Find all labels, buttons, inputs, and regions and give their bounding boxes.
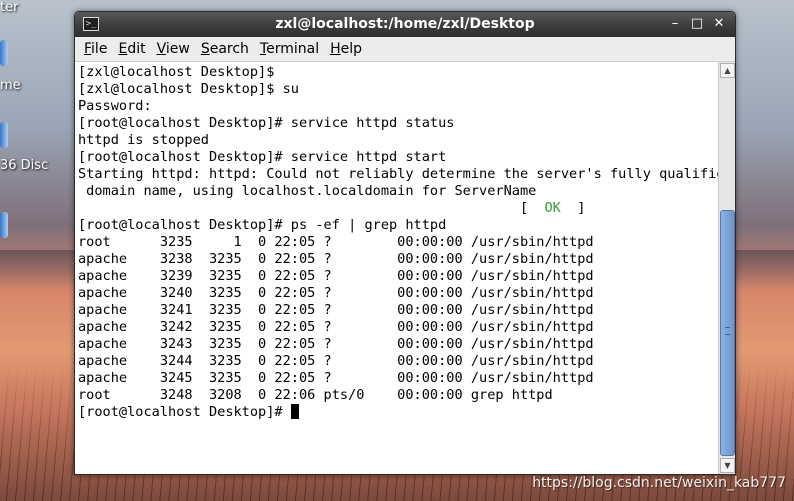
scroll-down-arrow-icon[interactable]: ▼	[720, 458, 735, 473]
home-folder-icon[interactable]	[0, 40, 8, 66]
process-row: apache 3238 3235 0 22:05 ? 00:00:00 /usr…	[78, 251, 594, 267]
terminal-line: Password:	[78, 98, 152, 114]
terminal-line: domain name, using localhost.localdomain…	[78, 183, 537, 199]
ok-prefix: [	[78, 200, 545, 216]
maximize-button[interactable]: □	[689, 15, 705, 33]
process-row: root 3235 1 0 22:05 ? 00:00:00 /usr/sbin…	[78, 234, 594, 250]
menu-search[interactable]: Search	[196, 41, 254, 57]
window-titlebar[interactable]: >_ zxl@localhost:/home/zxl/Desktop – □ ✕	[75, 12, 735, 37]
process-row: apache 3242 3235 0 22:05 ? 00:00:00 /usr…	[78, 319, 594, 335]
process-row: apache 3244 3235 0 22:05 ? 00:00:00 /usr…	[78, 353, 594, 369]
terminal-line: httpd is stopped	[78, 132, 209, 148]
process-row: root 3248 3208 0 22:06 pts/0 00:00:00 gr…	[78, 387, 553, 403]
desktop-icon-label-computer[interactable]: ter	[0, 0, 18, 15]
scrollbar-grip-icon	[725, 327, 730, 335]
window-title: zxl@localhost:/home/zxl/Desktop	[275, 16, 535, 32]
process-row: apache 3241 3235 0 22:05 ? 00:00:00 /usr…	[78, 302, 594, 318]
terminal-line: Starting httpd: httpd: Could not reliabl…	[78, 166, 718, 182]
terminal-window[interactable]: >_ zxl@localhost:/home/zxl/Desktop – □ ✕…	[74, 11, 736, 475]
process-row: apache 3240 3235 0 22:05 ? 00:00:00 /usr…	[78, 285, 594, 301]
menu-help[interactable]: Help	[325, 41, 367, 57]
desktop-icon-label-disc[interactable]: 36 Disc	[0, 158, 48, 173]
terminal-line: [root@localhost Desktop]# service httpd …	[78, 115, 455, 131]
process-row: apache 3239 3235 0 22:05 ? 00:00:00 /usr…	[78, 268, 594, 284]
ok-status: OK	[544, 200, 561, 216]
menu-edit[interactable]: Edit	[113, 41, 150, 57]
close-button[interactable]: ✕	[711, 15, 727, 33]
menu-file[interactable]: File	[79, 41, 112, 57]
terminal-ok-line: [ OK ]	[78, 200, 718, 217]
process-row: apache 3243 3235 0 22:05 ? 00:00:00 /usr…	[78, 336, 594, 352]
disc-icon[interactable]	[0, 122, 8, 148]
text-cursor	[290, 404, 299, 419]
scroll-up-arrow-icon[interactable]: ▲	[720, 63, 735, 78]
prompt-line[interactable]: [root@localhost Desktop]#	[78, 404, 718, 421]
terminal-line: [zxl@localhost Desktop]$ su	[78, 81, 299, 97]
terminal-line: [zxl@localhost Desktop]$	[78, 64, 275, 80]
terminal-area[interactable]: [zxl@localhost Desktop]$ [zxl@localhost D…	[75, 62, 735, 474]
vertical-scrollbar[interactable]: ▲ ▼	[718, 62, 735, 474]
desktop-icon-label-home[interactable]: me	[0, 78, 21, 93]
ok-suffix: ]	[560, 200, 586, 216]
terminal-line: [root@localhost Desktop]# service httpd …	[78, 149, 447, 165]
watermark-text: https://blog.csdn.net/weixin_kab777	[532, 475, 786, 491]
menu-view[interactable]: View	[152, 41, 195, 57]
terminal-line: [root@localhost Desktop]# ps -ef | grep …	[78, 217, 447, 233]
terminal-output[interactable]: [zxl@localhost Desktop]$ [zxl@localhost D…	[78, 64, 718, 472]
menu-terminal[interactable]: Terminal	[255, 41, 324, 57]
minimize-button[interactable]: –	[667, 15, 683, 33]
process-row: apache 3245 3235 0 22:05 ? 00:00:00 /usr…	[78, 370, 594, 386]
menubar: File Edit View Search Terminal Help	[75, 37, 735, 62]
scrollbar-thumb[interactable]	[720, 210, 735, 456]
shell-prompt: [root@localhost Desktop]#	[78, 404, 291, 420]
trash-icon[interactable]	[0, 212, 8, 238]
